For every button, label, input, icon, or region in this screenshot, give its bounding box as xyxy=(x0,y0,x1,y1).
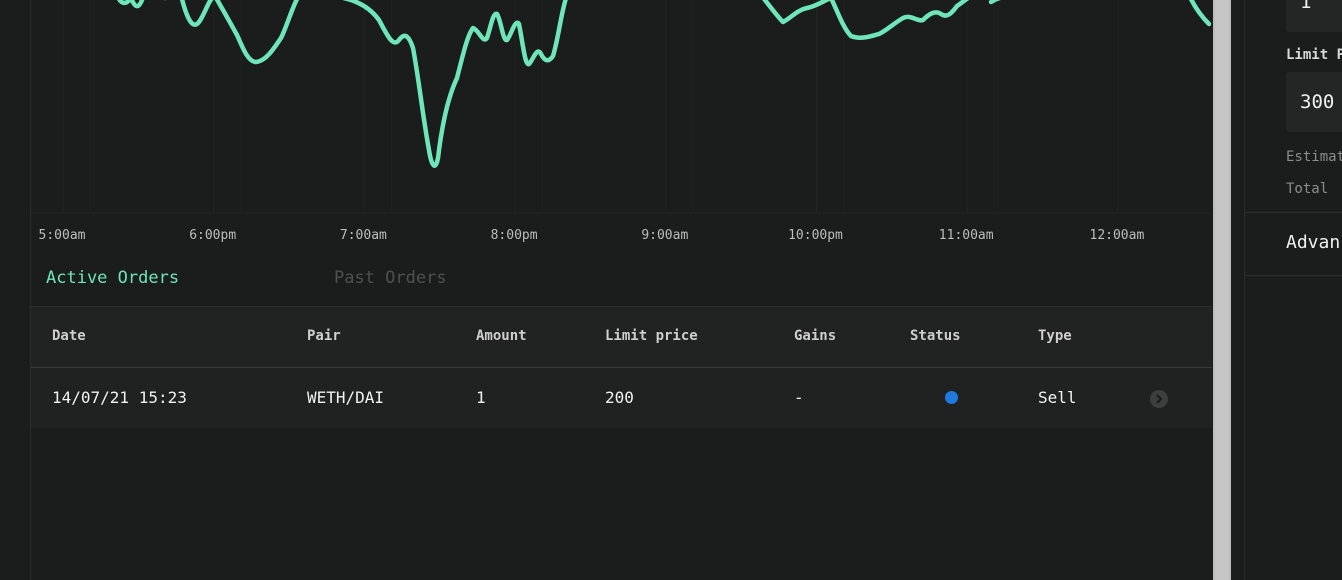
order-form-panel: 1 Limit P 300 Estimat Total Advan xyxy=(1244,0,1342,580)
tab-past-orders[interactable]: Past Orders xyxy=(334,268,447,288)
cell-pair: WETH/DAI xyxy=(307,388,385,407)
advanced-settings-toggle[interactable]: Advan xyxy=(1286,232,1340,253)
price-chart: 5:00am 6:00pm 7:00am 8:00pm 9:00am 10:00pm 11:… xyxy=(31,0,1212,250)
cell-gains: - xyxy=(794,388,804,407)
quantity-input[interactable]: 1 xyxy=(1286,0,1342,32)
x-tick-label: 9:00am xyxy=(641,228,689,243)
x-tick-label: 8:00pm xyxy=(490,228,538,243)
app-window: 5:00am 6:00pm 7:00am 8:00pm 9:00am 10:00pm 11:… xyxy=(0,0,1342,580)
price-line-segment xyxy=(988,0,1002,5)
column-header-status[interactable]: Status xyxy=(910,328,961,344)
price-line-segment xyxy=(1188,0,1212,27)
column-header-amount[interactable]: Amount xyxy=(476,328,527,344)
divider xyxy=(1245,212,1342,213)
cell-date: 14/07/21 15:23 xyxy=(52,388,187,407)
column-header-gains[interactable]: Gains xyxy=(794,328,836,344)
limit-price-label: Limit P xyxy=(1286,47,1342,63)
total-label: Total xyxy=(1286,181,1329,197)
x-tick-label: 12:00am xyxy=(1089,228,1145,243)
column-header-limit-price[interactable]: Limit price xyxy=(605,328,698,344)
column-header-pair[interactable]: Pair xyxy=(307,328,341,344)
main-panel: 5:00am 6:00pm 7:00am 8:00pm 9:00am 10:00pm 11:… xyxy=(30,0,1212,580)
status-dot-icon xyxy=(945,391,958,404)
cell-limit-price: 200 xyxy=(605,388,634,407)
column-header-type[interactable]: Type xyxy=(1038,328,1072,344)
price-line-segment xyxy=(762,0,970,40)
scrollbar-thumb[interactable] xyxy=(1215,0,1229,580)
x-tick-label: 5:00am xyxy=(38,228,86,243)
cell-amount: 1 xyxy=(476,388,486,407)
x-tick-label: 6:00pm xyxy=(189,228,237,243)
price-chart-svg xyxy=(31,0,1212,214)
estimated-label: Estimat xyxy=(1286,149,1342,165)
orders-table-header: Date Pair Amount Limit price Gains Statu… xyxy=(31,307,1212,368)
orders-tabs: Active Orders Past Orders xyxy=(31,264,1212,307)
chart-grid xyxy=(31,0,1212,214)
tab-active-orders[interactable]: Active Orders xyxy=(46,268,179,288)
x-tick-label: 10:00pm xyxy=(788,228,843,243)
limit-price-input[interactable]: 300 xyxy=(1286,72,1342,132)
price-line xyxy=(116,0,568,168)
divider xyxy=(1245,275,1342,276)
column-header-date[interactable]: Date xyxy=(52,328,86,344)
chevron-right-icon[interactable] xyxy=(1150,390,1168,408)
x-tick-label: 11:00am xyxy=(938,228,994,243)
cell-type: Sell xyxy=(1038,388,1077,407)
table-row[interactable]: 14/07/21 15:23 WETH/DAI 1 200 - Sell xyxy=(31,368,1212,428)
x-tick-label: 7:00am xyxy=(339,228,387,243)
